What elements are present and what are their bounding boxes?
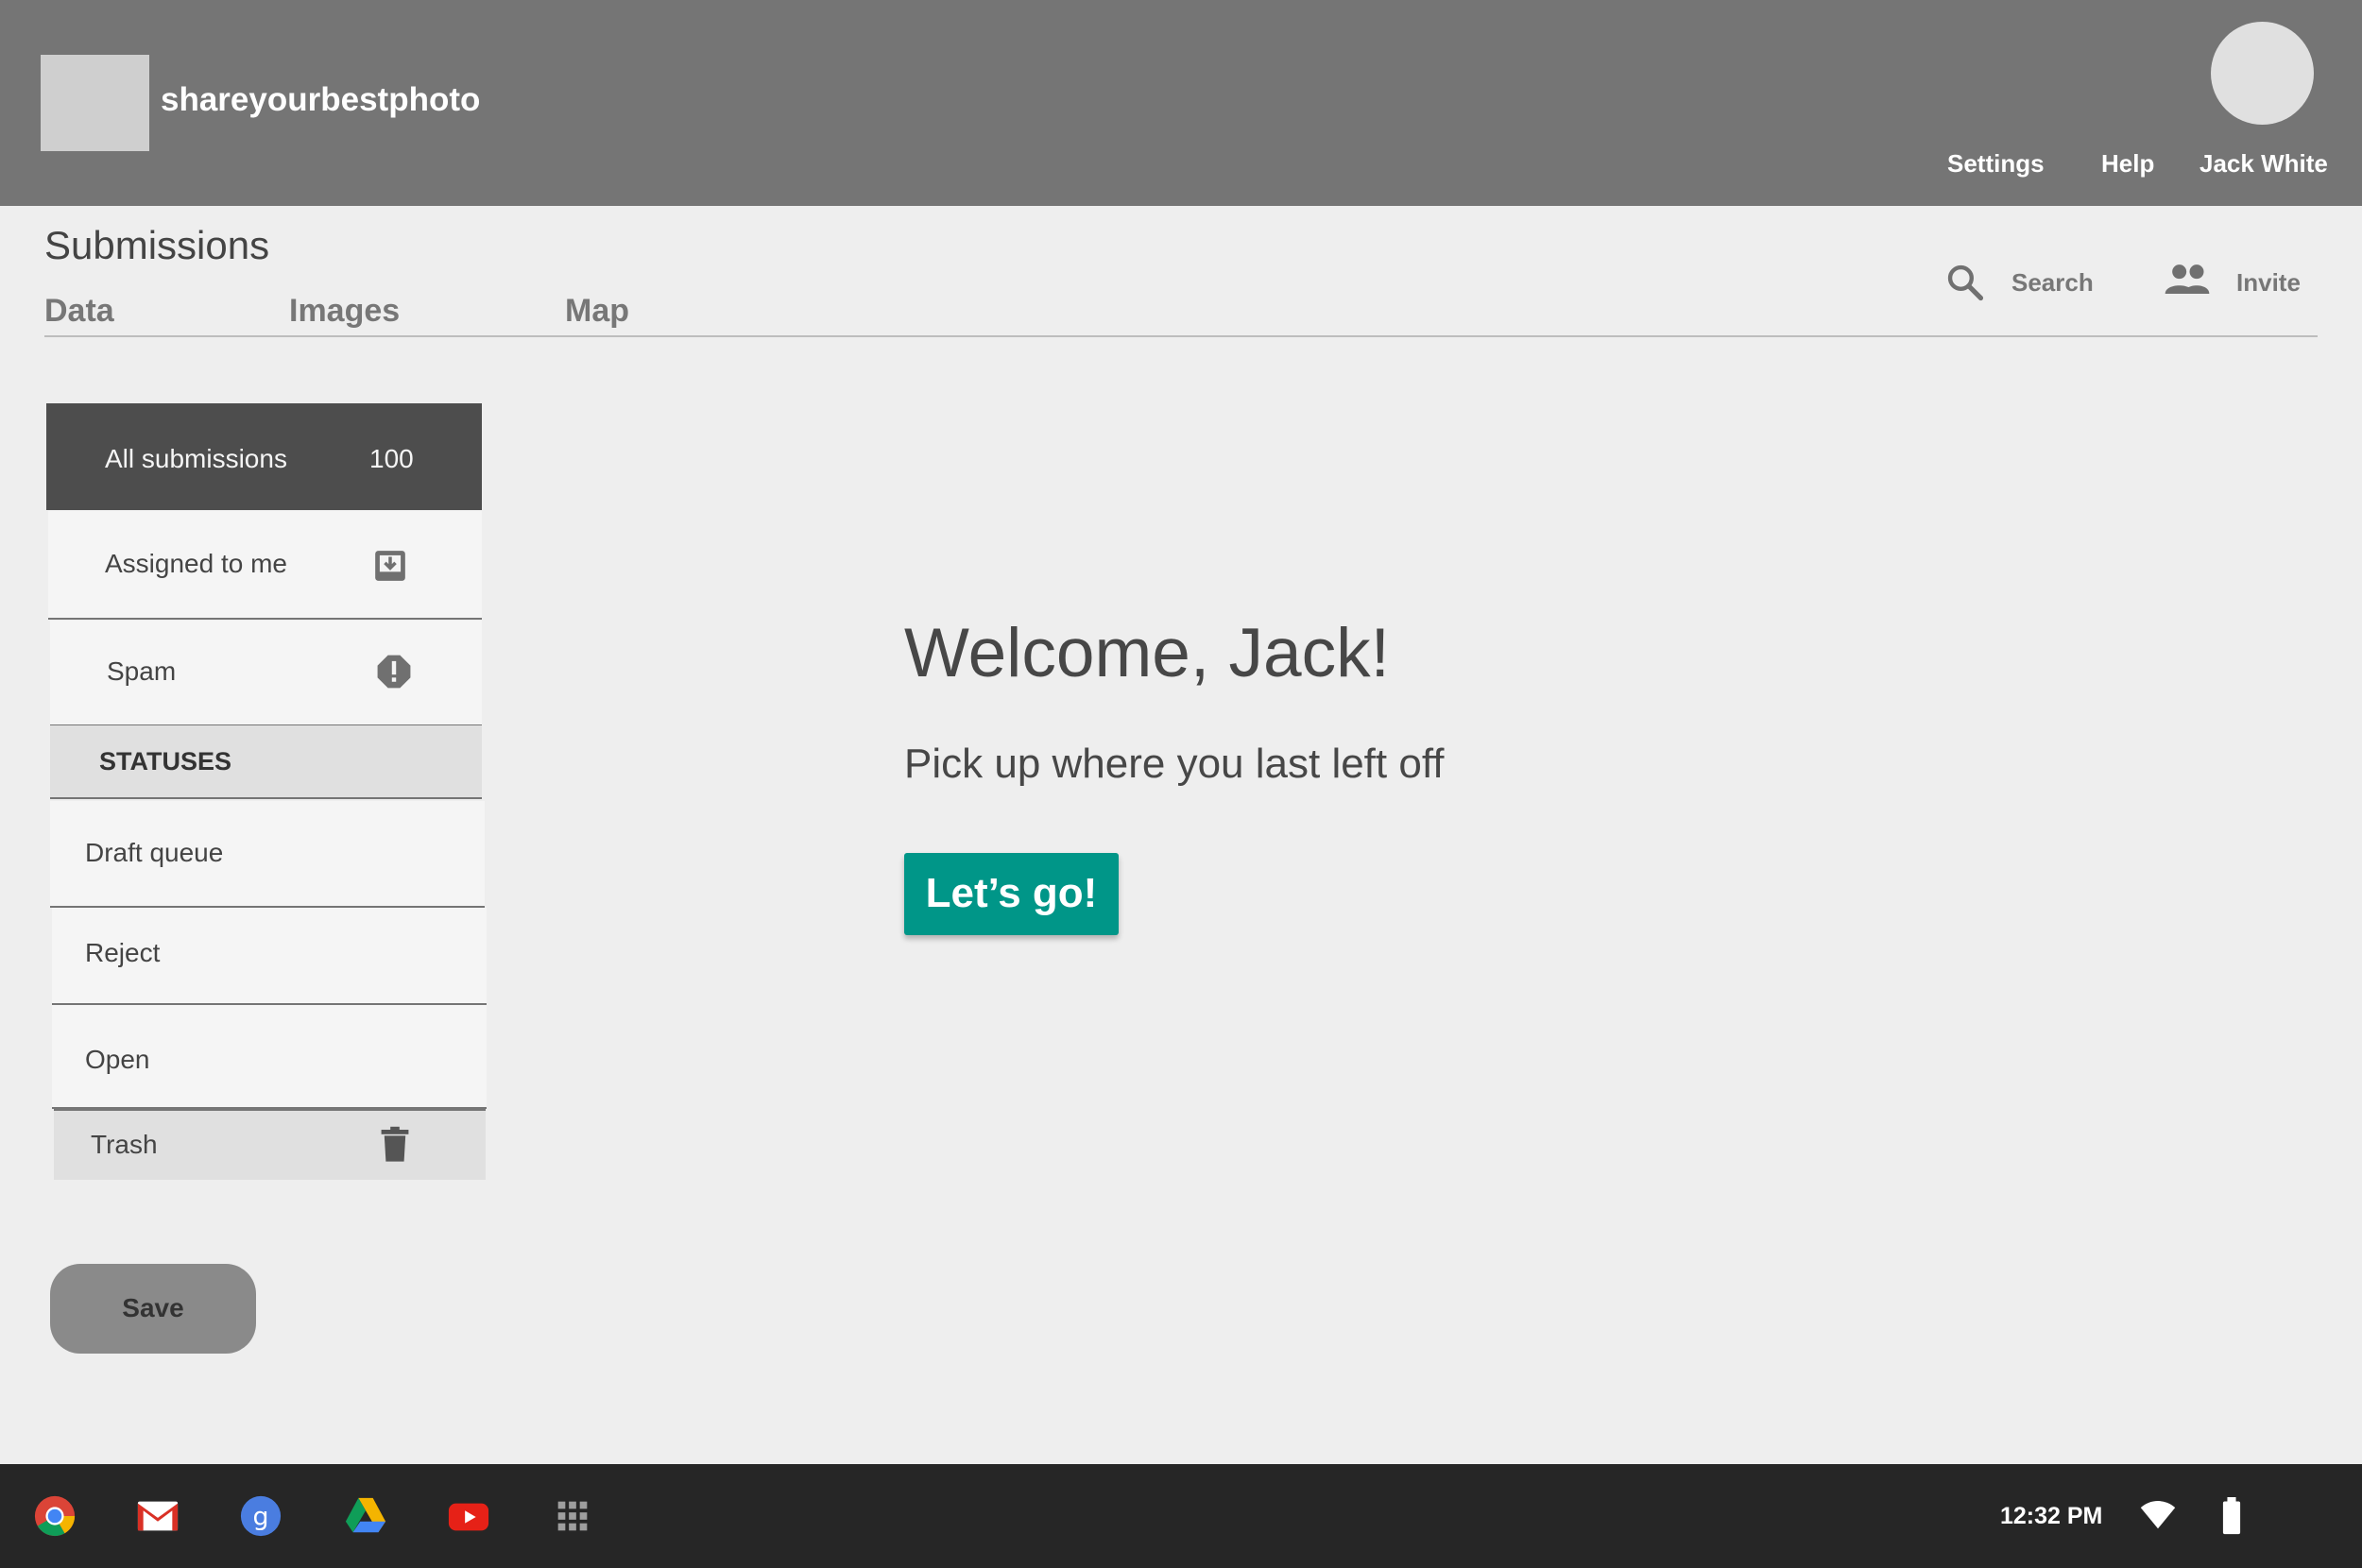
svg-text:g: g bbox=[252, 1503, 268, 1532]
tab-images[interactable]: Images bbox=[289, 293, 400, 330]
welcome-title: Welcome, Jack! bbox=[904, 615, 1390, 691]
lets-go-button-label: Let’s go! bbox=[925, 870, 1098, 916]
save-button-label: Save bbox=[122, 1293, 184, 1322]
inbox-download-icon bbox=[375, 551, 405, 581]
sidebar-item-label: Open bbox=[85, 1045, 150, 1074]
gmail-icon[interactable] bbox=[134, 1494, 181, 1538]
tab-map[interactable]: Map bbox=[565, 293, 629, 330]
drive-icon[interactable] bbox=[342, 1494, 389, 1538]
sidebar-item-label: Trash bbox=[91, 1130, 158, 1159]
app-launcher-icon[interactable] bbox=[549, 1494, 596, 1538]
submission-count: 100 bbox=[369, 444, 414, 473]
wifi-icon[interactable] bbox=[2140, 1500, 2176, 1530]
os-taskbar: g 12:32 PM bbox=[0, 1464, 2362, 1568]
page-title: Submissions bbox=[44, 223, 270, 267]
help-link[interactable]: Help bbox=[2101, 149, 2154, 179]
sidebar-item-reject[interactable]: Reject bbox=[52, 908, 487, 1005]
sidebar-item-all-submissions[interactable]: All submissions 100 bbox=[46, 403, 482, 510]
sidebar-item-label: Spam bbox=[107, 656, 177, 686]
sidebar-item-open[interactable]: Open bbox=[52, 1005, 487, 1109]
tab-data[interactable]: Data bbox=[44, 293, 114, 330]
invite-button[interactable]: Invite bbox=[2236, 268, 2301, 298]
alert-octagon-icon bbox=[377, 655, 411, 689]
battery-icon[interactable] bbox=[2221, 1497, 2242, 1535]
tab-divider bbox=[44, 335, 2318, 337]
sidebar-item-draft-queue[interactable]: Draft queue bbox=[50, 801, 485, 908]
trash-icon bbox=[381, 1126, 409, 1162]
avatar[interactable] bbox=[2211, 22, 2314, 125]
sidebar-item-label: Assigned to me bbox=[105, 549, 287, 578]
sidebar-item-label: Draft queue bbox=[85, 838, 224, 867]
welcome-subtitle: Pick up where you last left off bbox=[904, 741, 1445, 787]
user-name-link[interactable]: Jack White bbox=[2199, 149, 2328, 179]
chrome-icon[interactable] bbox=[31, 1494, 78, 1538]
people-icon[interactable] bbox=[2164, 261, 2211, 298]
google-plus-icon[interactable]: g bbox=[237, 1494, 284, 1538]
brand-name[interactable]: shareyourbestphoto bbox=[161, 81, 480, 119]
sidebar-item-assigned-to-me[interactable]: Assigned to me bbox=[48, 511, 482, 620]
search-icon[interactable] bbox=[1944, 262, 1986, 303]
sidebar-item-trash[interactable]: Trash bbox=[54, 1109, 486, 1180]
lets-go-button[interactable]: Let’s go! bbox=[904, 853, 1119, 935]
sidebar-item-label: Reject bbox=[85, 938, 161, 967]
search-button[interactable]: Search bbox=[2011, 268, 2094, 298]
sidebar-item-spam[interactable]: Spam bbox=[50, 621, 482, 726]
save-button[interactable]: Save bbox=[50, 1264, 256, 1354]
settings-link[interactable]: Settings bbox=[1947, 149, 2045, 179]
statuses-label: STATUSES bbox=[99, 747, 232, 775]
youtube-icon[interactable] bbox=[445, 1494, 492, 1538]
sidebar-item-label: All submissions bbox=[105, 444, 287, 473]
app-header: shareyourbestphoto Settings Help Jack Wh… bbox=[0, 0, 2362, 206]
statuses-header: STATUSES bbox=[50, 725, 482, 799]
system-clock[interactable]: 12:32 PM bbox=[2000, 1503, 2102, 1530]
brand-logo[interactable] bbox=[41, 55, 149, 151]
